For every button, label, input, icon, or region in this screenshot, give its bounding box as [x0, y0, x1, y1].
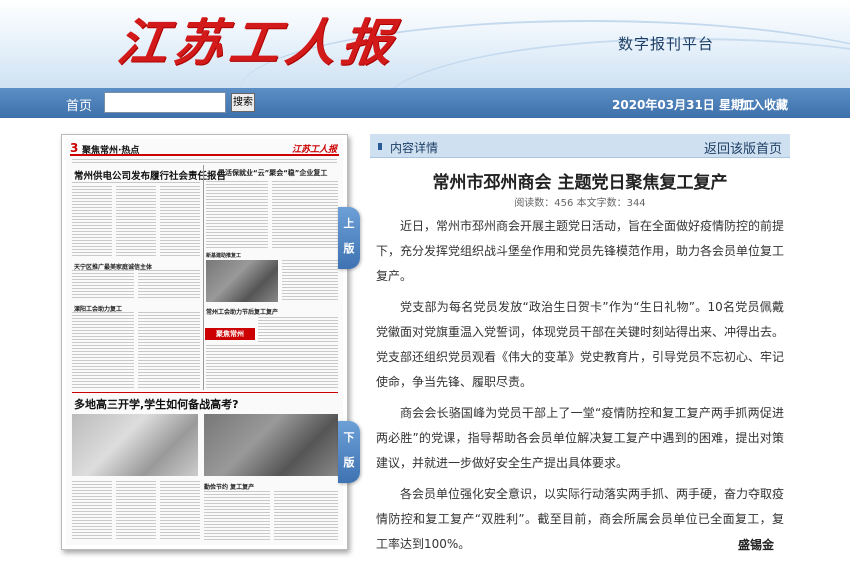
next-page-char: 版 [343, 456, 355, 469]
header-banner: 江苏工人报 数字报刊平台 [0, 0, 850, 88]
text-block [160, 481, 200, 541]
text-block [72, 186, 112, 258]
page-headline[interactable]: 灵活保就业“云”聚会“稳”企业复工 [218, 168, 327, 178]
text-block [206, 345, 338, 389]
article-body: 近日，常州市邳州商会开展主题党日活动，旨在全面做好疫情防控的前提下，充分发挥党组… [376, 214, 784, 563]
article-author: 盛锡金 [737, 538, 774, 552]
text-block [206, 181, 268, 249]
text-block [274, 491, 338, 541]
text-block [258, 317, 338, 343]
article-title-bar: 内容详情 返回该版首页 [370, 134, 790, 158]
next-page-char: 下 [343, 431, 355, 444]
page-header-strip: 3 聚焦常州·热点 江苏工人报 [70, 141, 339, 156]
page-headline[interactable]: 多地高三开学,学生如何备战高考? [74, 396, 239, 412]
article-meta: 阅读数：456 本文字数：344 [514, 198, 646, 209]
text-block [116, 481, 156, 541]
divider [72, 392, 338, 393]
add-favorite-link[interactable]: 加入收藏 [740, 96, 788, 113]
previous-page-tab[interactable]: 上 版 [338, 207, 360, 269]
article-panel: 内容详情 返回该版首页 常州市邳州商会 主题党日聚焦复工复产 阅读数：456 本… [370, 134, 790, 575]
site-logo[interactable]: 江苏工人报 [113, 10, 402, 76]
newspaper-page-thumbnail[interactable]: 3 聚焦常州·热点 江苏工人报 常州供电公司发布履行社会责任报告 灵活保就业“云… [61, 134, 348, 550]
article-paragraph: 各会员单位强化安全意识，以实际行动落实两手抓、两手硬，奋力夺取疫情防控和复工复产… [376, 487, 785, 551]
text-block [72, 312, 134, 390]
page-headline[interactable]: 常州工会助力节后复工复产 [206, 307, 278, 316]
article-paragraph: 党支部为每名党员发放“政治生日贺卡”作为“生日礼物”。10名党员佩戴党徽面对党旗… [376, 300, 785, 389]
bullet-icon [378, 143, 382, 150]
article-paragraph: 商会会长骆国峰为党员干部上了一堂“疫情防控和复工复产两手抓两促进两必胜”的党课，… [376, 406, 784, 470]
previous-page-char: 版 [343, 242, 355, 255]
page-number: 3 [70, 141, 79, 155]
page-masthead: 江苏工人报 [291, 145, 337, 155]
section-tag: 聚焦常州 [205, 328, 255, 340]
search-input[interactable] [104, 92, 226, 113]
page-section-name: 聚焦常州·热点 [82, 146, 140, 156]
page-headline[interactable]: 勤俭节约 复工复产 [204, 482, 254, 491]
news-photo [72, 414, 198, 476]
platform-title: 数字报刊平台 [618, 35, 715, 53]
text-block [116, 186, 156, 258]
text-block [72, 481, 112, 541]
news-photo [206, 260, 278, 302]
back-to-page-link[interactable]: 返回该版首页 [704, 138, 782, 157]
nav-bar: 首页 搜索 2020年03月31日 星期二 加入收藏 [0, 88, 850, 118]
newspaper-page-image[interactable]: 3 聚焦常州·热点 江苏工人报 常州供电公司发布履行社会责任报告 灵活保就业“云… [66, 139, 343, 545]
text-block [72, 270, 134, 300]
text-block [204, 491, 270, 541]
home-link[interactable]: 首页 [66, 95, 92, 114]
article-paragraph: 近日，常州市邳州商会开展主题党日活动，旨在全面做好疫情防控的前提下，充分发挥党组… [376, 219, 785, 283]
text-block [72, 159, 337, 165]
text-block [138, 312, 200, 390]
text-block [160, 186, 200, 258]
search-button[interactable]: 搜索 [231, 93, 255, 112]
article-title: 常州市邳州商会 主题党日聚焦复工复产 [432, 173, 728, 193]
news-photo [204, 414, 338, 476]
column-rule [203, 165, 204, 390]
text-block [138, 270, 200, 300]
current-date: 2020年03月31日 星期二 [612, 98, 755, 112]
section-label: 内容详情 [390, 141, 439, 155]
divider [72, 182, 200, 183]
page-headline[interactable]: 新基建助推复工 [206, 252, 241, 259]
text-block [282, 260, 338, 302]
next-page-tab[interactable]: 下 版 [338, 421, 360, 483]
previous-page-char: 上 [343, 217, 355, 230]
text-block [272, 181, 338, 249]
